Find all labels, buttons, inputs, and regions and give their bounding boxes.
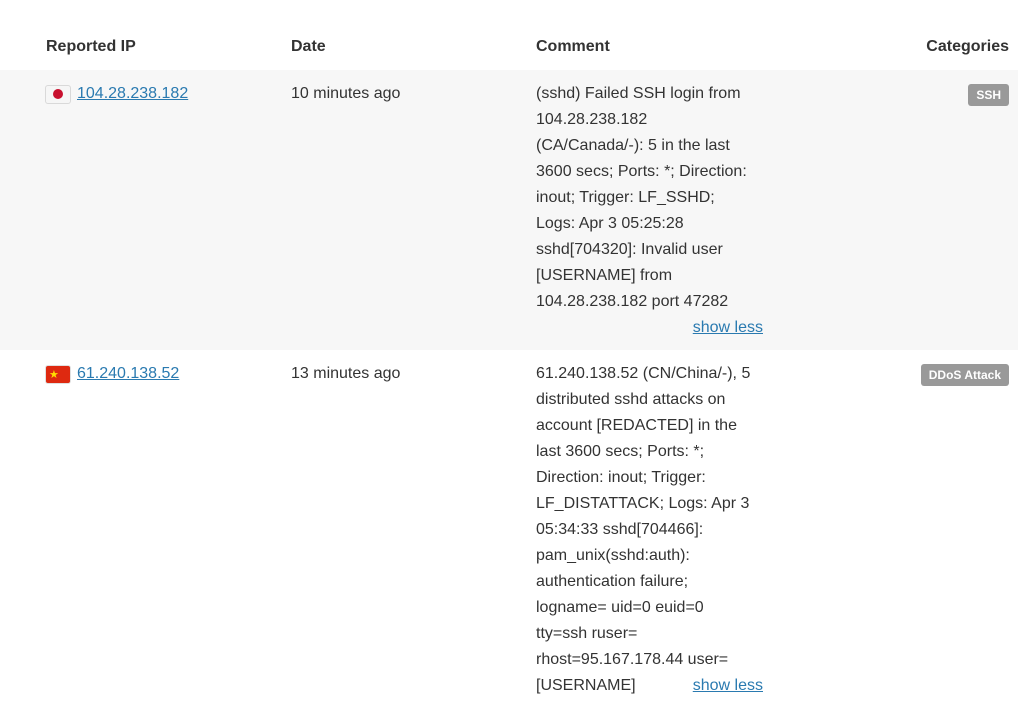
comment-line: Logs: Apr 3 05:25:28 [536,215,684,232]
comment-line: inout; Trigger: LF_SSHD; [536,189,715,206]
comment-line: 05:34:33 sshd[704466]: [536,521,704,538]
date-cell: 10 minutes ago [291,85,401,102]
comment-line: 61.240.138.52 (CN/China/-), 5 [536,365,751,382]
comment-line: authentication failure; [536,573,689,590]
comment-line: Direction: inout; Trigger: [536,469,706,486]
comment-line: 104.28.238.182 [536,111,648,128]
comment-line: distributed sshd attacks on [536,391,726,408]
date-cell: 13 minutes ago [291,365,401,382]
comment-line: LF_DISTATTACK; Logs: Apr 3 [536,495,750,512]
show-less-link[interactable]: show less [693,673,763,699]
header-date: Date [291,38,326,55]
jp-flag-icon [46,85,70,103]
show-less-link[interactable]: show less [693,319,763,336]
comment-line: sshd[704320]: Invalid user [536,241,723,258]
ip-link[interactable]: 104.28.238.182 [77,81,188,107]
ip-cell: 61.240.138.52 [46,361,179,387]
ip-cell: 104.28.238.182 [46,81,188,107]
comment-line: tty=ssh ruser= [536,625,638,642]
comment-line: [USERNAME] [536,677,636,694]
header-categories: Categories [926,38,1009,55]
category-badge[interactable]: SSH [968,84,1009,106]
comment-cell: 61.240.138.52 (CN/China/-), 5 distribute… [536,361,766,699]
header-reported-ip: Reported IP [46,38,136,55]
comment-line: [USERNAME] from [536,267,673,284]
comment-line: account [REDACTED] in the [536,417,737,434]
comment-line: 104.28.238.182 port 47282 [536,293,729,310]
comment-line: 3600 secs; Ports: *; Direction: [536,163,747,180]
comment-line: last 3600 secs; Ports: *; [536,443,705,460]
comment-line: (sshd) Failed SSH login from [536,85,741,102]
table-row: 104.28.238.182 10 minutes ago (sshd) Fai… [0,70,1018,350]
table-header: Reported IP Date Comment Categories [0,0,1024,70]
ip-link[interactable]: 61.240.138.52 [77,361,179,387]
table-row: 61.240.138.52 13 minutes ago 61.240.138.… [0,350,1018,702]
comment-line: (CA/Canada/-): 5 in the last [536,137,730,154]
comment-line: pam_unix(sshd:auth): [536,547,690,564]
category-badge[interactable]: DDoS Attack [920,364,1009,386]
comment-line: logname= uid=0 euid=0 [536,599,704,616]
header-comment: Comment [536,38,610,55]
cn-flag-icon [46,365,70,383]
comment-line: rhost=95.167.178.44 user= [536,651,729,668]
comment-cell: (sshd) Failed SSH login from 104.28.238.… [536,81,766,341]
